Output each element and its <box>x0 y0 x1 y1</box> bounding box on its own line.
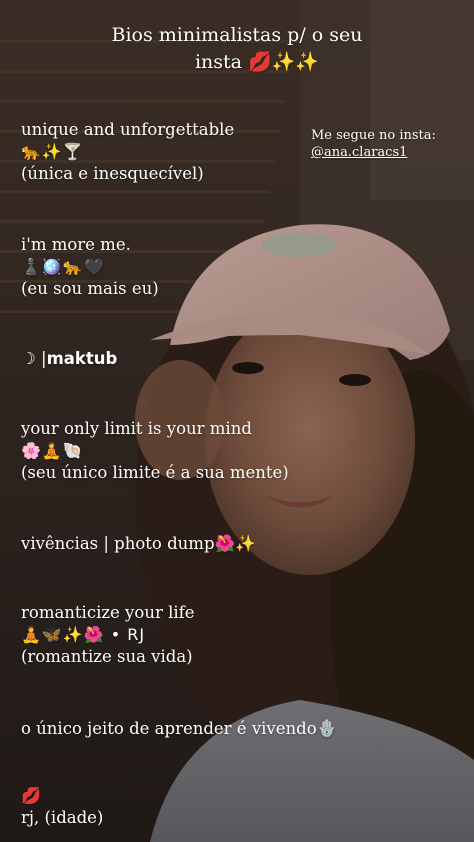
bio-translation: (seu único limite é a sua mente) <box>21 463 289 482</box>
text-overlay: Bios minimalistas p/ o seu insta 💋✨✨ Me … <box>0 0 474 842</box>
bio-emojis: 💋 <box>21 786 42 805</box>
bio-option-3: ☽ |maktub <box>21 348 117 370</box>
bio-translation: (eu sou mais eu) <box>21 279 159 298</box>
bio-text: vivências | photo dump🌺✨ <box>21 534 256 553</box>
moon-symbol: ☽ | <box>21 349 47 368</box>
bio-emojis: 🧘🦋✨🌺 • RJ <box>21 625 146 644</box>
bio-emojis: 🐆✨🍸 <box>21 142 84 161</box>
bio-text: your only limit is your mind <box>21 419 252 438</box>
title-line-1: Bios minimalistas p/ o seu <box>111 24 363 46</box>
bio-text: i'm more me. <box>21 235 131 254</box>
instagram-handle-link[interactable]: @ana.claracs1 <box>311 144 436 161</box>
promo-label: Me segue no insta: <box>311 128 436 143</box>
bio-translation: (romantize sua vida) <box>21 647 193 666</box>
bio-option-1: unique and unforgettable 🐆✨🍸 (única e in… <box>21 119 234 185</box>
bio-option-5: vivências | photo dump🌺✨ <box>21 533 256 555</box>
instagram-promo: Me segue no insta: @ana.claracs1 <box>311 127 436 161</box>
bio-text: maktub <box>46 349 118 368</box>
page-title: Bios minimalistas p/ o seu insta 💋✨✨ <box>0 22 474 76</box>
bio-option-6: romanticize your life 🧘🦋✨🌺 • RJ (romanti… <box>21 602 195 668</box>
bio-option-7: o único jeito de aprender é vivendo🪬 <box>21 718 337 740</box>
bio-option-2: i'm more me. ♟️🪩🐆🖤 (eu sou mais eu) <box>21 234 159 300</box>
bio-text: o único jeito de aprender é vivendo🪬 <box>21 719 338 738</box>
bio-text: rj, (idade) <box>21 808 104 827</box>
bio-text: unique and unforgettable <box>21 120 235 139</box>
bio-emojis: ♟️🪩🐆🖤 <box>21 257 105 276</box>
title-line-2: insta 💋✨✨ <box>194 51 320 73</box>
bio-option-4: your only limit is your mind 🌸🧘🐚 (seu ún… <box>21 418 289 484</box>
bio-translation: (única e inesquecível) <box>21 164 204 183</box>
bio-text: romanticize your life <box>21 603 195 622</box>
bio-option-8: 💋 rj, (idade) <box>21 785 103 829</box>
bio-emojis: 🌸🧘🐚 <box>21 441 84 460</box>
